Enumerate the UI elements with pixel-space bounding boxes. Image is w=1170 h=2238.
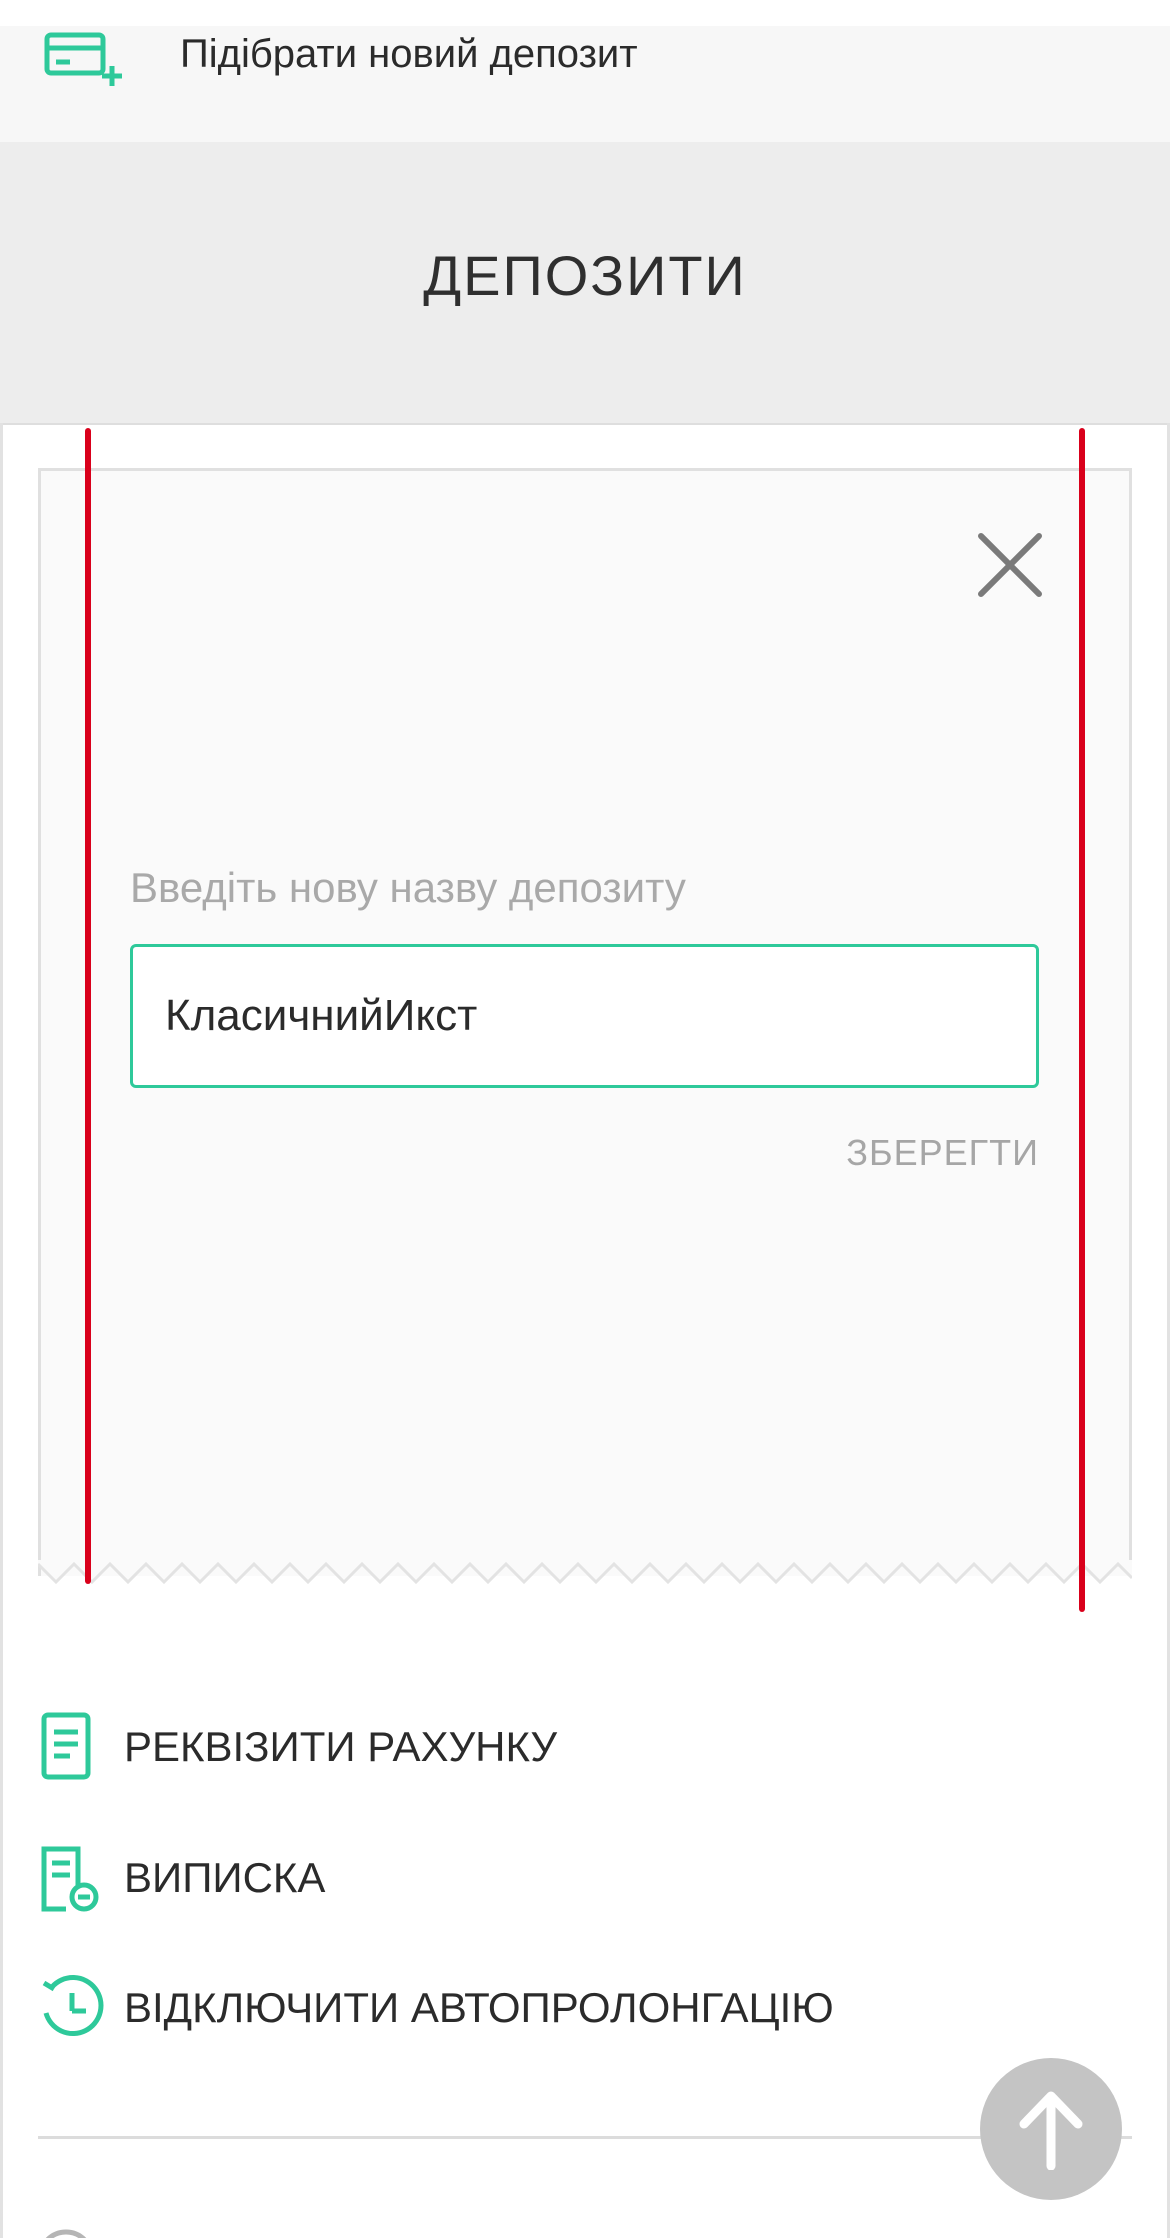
history-clock-icon (42, 1975, 104, 2036)
card-zigzag-edge (38, 1560, 1132, 1585)
content-border-left (0, 423, 3, 2238)
arrow-up-icon (1019, 2091, 1083, 2170)
scroll-to-top-button[interactable] (980, 2058, 1122, 2200)
menu-item-disable-autorenewal[interactable]: ВІДКЛЮЧИТИ АВТОПРОЛОНГАЦІЮ (38, 1963, 1132, 2053)
menu-item-statement[interactable]: ВИПИСКА (38, 1833, 1132, 1923)
save-button[interactable]: ЗБЕРЕГТИ (800, 1130, 1039, 1176)
section-header: ДЕПОЗИТИ (0, 142, 1170, 423)
menu-item-label: РЕКВІЗИТИ РАХУНКУ (124, 1723, 558, 1770)
new-deposit-row[interactable]: Підібрати новий депозит (0, 26, 1170, 142)
divider (38, 2136, 1132, 2139)
deposit-name-input[interactable] (130, 944, 1039, 1088)
card-plus-icon (44, 32, 122, 86)
document-icon (41, 1712, 91, 1780)
close-icon[interactable] (975, 530, 1045, 600)
info-icon (45, 2229, 87, 2238)
menu-item-label: ВИПИСКА (124, 1854, 326, 1901)
red-marker-line-left (85, 428, 91, 1584)
deposits-page: Підібрати новий депозит ДЕПОЗИТИ Введіть… (0, 0, 1170, 2238)
rename-label: Введіть нову назву депозиту (130, 864, 686, 911)
statement-icon (41, 1846, 99, 1912)
top-strip (0, 0, 1170, 26)
menu-item-label: ВІДКЛЮЧИТИ АВТОПРОЛОНГАЦІЮ (124, 1984, 834, 2031)
menu-item-account-details[interactable]: РЕКВІЗИТИ РАХУНКУ (38, 1702, 1132, 1792)
new-deposit-label: Підібрати новий депозит (180, 32, 638, 76)
red-marker-line-right (1079, 428, 1085, 1612)
page-title: ДЕПОЗИТИ (423, 244, 747, 307)
